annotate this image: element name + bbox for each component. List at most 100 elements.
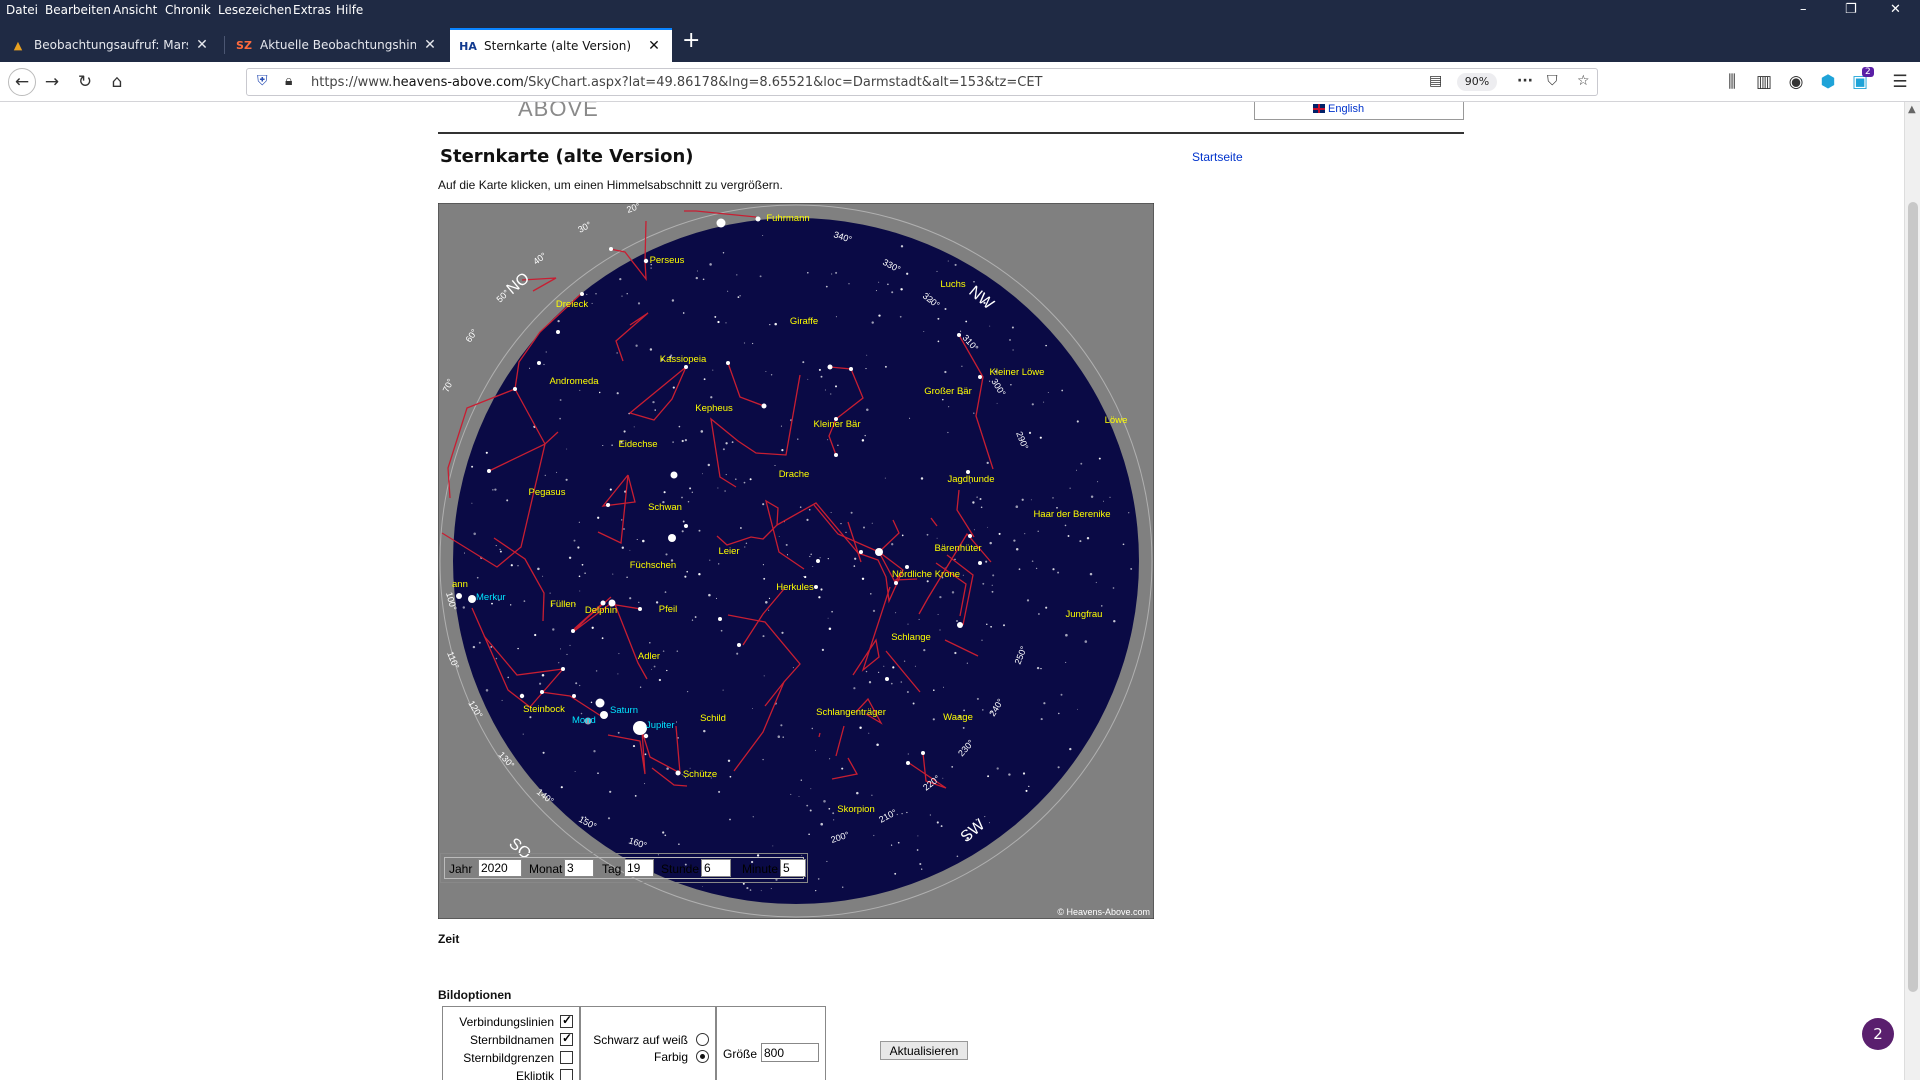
farbig-radio[interactable] [696, 1050, 709, 1063]
tab-beobachtungsaufruf[interactable]: ▲ Beobachtungsaufruf: Mars, Jup ✕ [0, 28, 220, 62]
new-tab-icon[interactable]: + [682, 30, 700, 52]
jahr-input[interactable] [478, 859, 522, 877]
star [878, 281, 880, 283]
star [653, 665, 656, 668]
bright-star [957, 333, 961, 337]
menu-lesezeichen[interactable]: Lesezeichen [218, 3, 292, 17]
star [623, 528, 625, 530]
option-sternbildgrenzen[interactable]: Sternbildgrenzen [463, 1051, 573, 1065]
star [868, 681, 872, 684]
star [681, 439, 684, 443]
page-actions-icon[interactable]: ··· [1517, 73, 1533, 89]
sternbildnamen-checkbox[interactable] [560, 1031, 573, 1046]
restore-icon[interactable]: ❐ [1845, 2, 1857, 17]
option-sternbildnamen[interactable]: Sternbildnamen [470, 1031, 573, 1047]
menu-hilfe[interactable]: Hilfe [336, 3, 363, 17]
star [962, 574, 964, 576]
star [900, 681, 903, 683]
monat-input[interactable] [564, 859, 594, 877]
back-icon[interactable]: ← [8, 68, 36, 96]
hamburger-menu-icon[interactable]: ☰ [1888, 70, 1912, 94]
option-farbig[interactable]: Farbig [654, 1050, 709, 1064]
star [939, 629, 941, 631]
library-icon[interactable]: ⫼ [1720, 70, 1744, 94]
account-icon[interactable]: ◉ [1784, 70, 1808, 94]
star [722, 448, 725, 451]
option-ekliptik[interactable]: Ekliptik [516, 1069, 573, 1080]
zoom-level[interactable]: 90% [1457, 73, 1497, 91]
star [698, 529, 701, 532]
verbindungslinien-checkbox[interactable] [560, 1013, 573, 1028]
tab-title: Sternkarte (alte Version) [484, 39, 632, 53]
star [684, 438, 688, 442]
site-logo[interactable]: ABOVE [518, 102, 599, 122]
scroll-up-icon[interactable]: ▲ [1908, 104, 1916, 115]
reader-view-icon[interactable]: ▤ [1429, 73, 1442, 89]
scrollbar-thumb[interactable] [1908, 202, 1918, 992]
language-selector[interactable]: English [1254, 102, 1464, 120]
star [552, 628, 555, 631]
star [476, 576, 479, 579]
tab-close-icon[interactable]: ✕ [194, 37, 210, 53]
star [632, 745, 636, 748]
tracking-shield-icon[interactable]: ⛨ [257, 73, 268, 89]
star [618, 653, 620, 655]
star [557, 319, 560, 323]
constellation-label: Schlangenträger [816, 707, 886, 718]
language-english[interactable]: English [1313, 103, 1364, 115]
tab-close-icon[interactable]: ✕ [646, 38, 662, 54]
star [765, 601, 768, 604]
sternbildgrenzen-checkbox[interactable] [560, 1051, 573, 1064]
page-scrollbar[interactable]: ▲ [1904, 102, 1920, 1080]
menu-extras[interactable]: Extras [293, 3, 331, 17]
url-bar[interactable]: ⛨ 🔒︎ https://www.heavens-above.com/SkyCh… [246, 68, 1598, 96]
star [1031, 560, 1034, 563]
tag-input[interactable] [624, 859, 654, 877]
minute-input[interactable] [780, 859, 806, 877]
star [865, 670, 868, 673]
forward-icon[interactable]: → [40, 70, 64, 94]
startseite-link[interactable]: Startseite [1192, 150, 1243, 164]
stunde-input[interactable] [701, 859, 731, 877]
schwarz-auf-weiss-radio[interactable] [696, 1033, 709, 1046]
bright-star [737, 643, 741, 647]
star [865, 368, 867, 370]
tab-sternkarte[interactable]: HA Sternkarte (alte Version) ✕ [450, 28, 672, 62]
star [1061, 389, 1064, 392]
groesse-input[interactable] [761, 1043, 819, 1062]
star [956, 620, 958, 622]
star [832, 812, 835, 815]
aktualisieren-button[interactable]: Aktualisieren [880, 1041, 968, 1060]
option-verbindungslinien[interactable]: Verbindungslinien [459, 1013, 573, 1029]
star [785, 544, 788, 546]
sidebar-icon[interactable]: ▥ [1752, 70, 1776, 94]
lock-icon[interactable]: 🔒︎ [285, 73, 292, 89]
reload-icon[interactable]: ↻ [73, 70, 97, 94]
menu-chronik[interactable]: Chronik [165, 3, 211, 17]
close-window-icon[interactable]: ✕ [1890, 2, 1901, 17]
star [602, 445, 604, 446]
star [609, 790, 612, 793]
sky-chart[interactable]: 20°30°40°50°60°70°100°110°120°130°140°15… [438, 203, 1154, 919]
star [742, 882, 745, 885]
bookmark-star-icon[interactable]: ☆ [1577, 73, 1590, 89]
menu-datei[interactable]: Datei [6, 3, 38, 17]
minimize-icon[interactable]: – [1800, 2, 1807, 17]
notification-bubble[interactable]: 2 [1862, 1018, 1894, 1050]
tab-aktuelle-beobachtungshinweise[interactable]: SZ Aktuelle Beobachtungshinweis ✕ [226, 28, 448, 62]
pocket-icon[interactable]: ⛉ [1547, 73, 1558, 89]
tab-close-icon[interactable]: ✕ [422, 37, 438, 53]
star [986, 461, 989, 465]
star [620, 519, 623, 521]
star [597, 516, 600, 519]
menu-bearbeiten[interactable]: Bearbeiten [45, 3, 111, 17]
ekliptik-checkbox[interactable] [560, 1069, 573, 1080]
menu-ansicht[interactable]: Ansicht [113, 3, 157, 17]
star [900, 288, 903, 291]
home-icon[interactable]: ⌂ [105, 70, 129, 94]
extension-icon[interactable]: ⬢ [1816, 70, 1840, 94]
option-schwarz-auf-weiss[interactable]: Schwarz auf weiß [593, 1033, 709, 1047]
star [1052, 568, 1055, 571]
bright-star [834, 453, 838, 457]
url-text[interactable]: https://www.heavens-above.com/SkyChart.a… [311, 75, 1043, 90]
